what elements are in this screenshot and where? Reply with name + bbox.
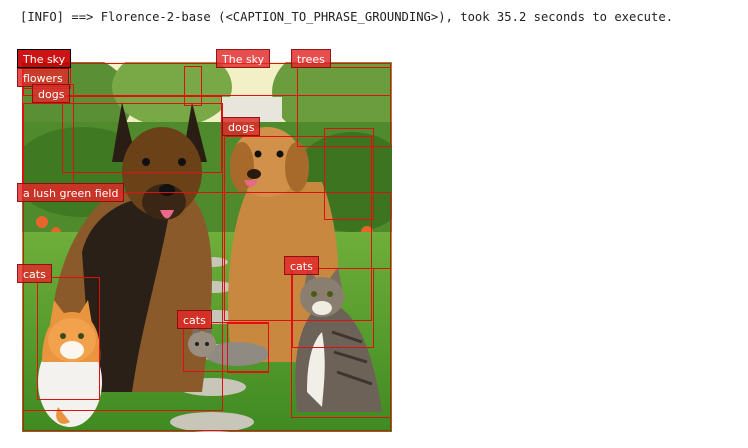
garden-pets-illustration xyxy=(22,62,392,432)
log-message: [INFO] ==> Florence-2-base (<CAPTION_TO_… xyxy=(20,10,674,24)
grounding-result-image xyxy=(22,62,392,432)
